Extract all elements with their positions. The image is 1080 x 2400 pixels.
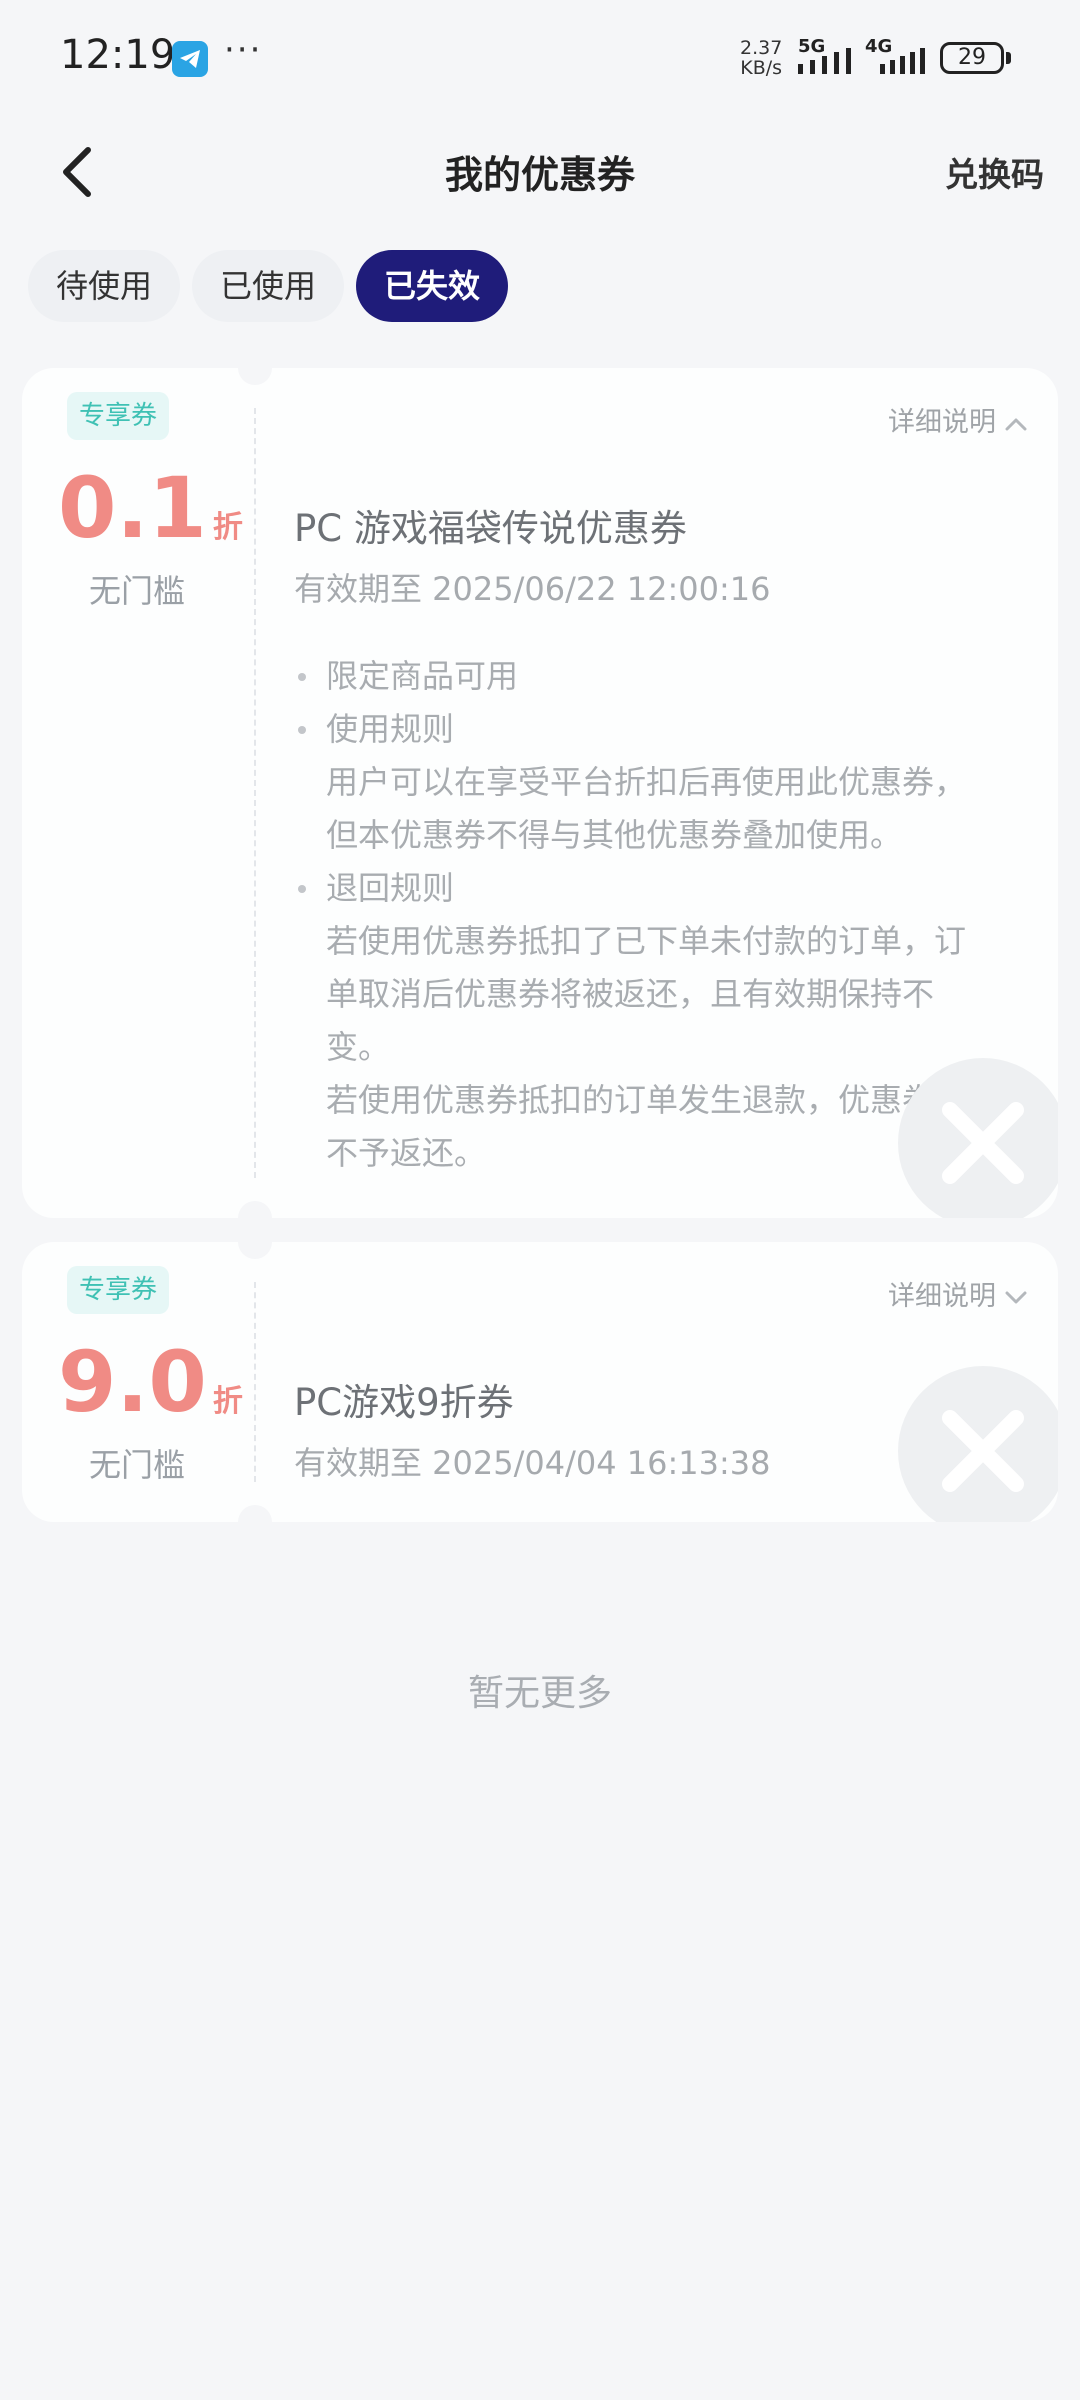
detail-toggle[interactable]: 详细说明: [888, 1274, 1028, 1313]
coupon-discount-panel: 专享券 0.1 折 无门槛: [22, 368, 252, 1218]
header: 我的优惠券 兑换码: [0, 120, 1080, 220]
detail-label: 详细说明: [888, 407, 996, 438]
chevron-up-icon: [1005, 418, 1027, 430]
expired-stamp: [898, 1058, 1058, 1218]
rule-text: 用户可以在享受平台折扣后再使用此优惠券，: [326, 763, 967, 801]
rule-text: 但本优惠券不得与其他优惠券叠加使用。: [326, 816, 903, 854]
tab-expired[interactable]: 已失效: [356, 250, 509, 322]
rule-item: 使用规则 用户可以在享受平台折扣后再使用此优惠券， 但本优惠券不得与其他优惠券叠…: [294, 703, 1014, 862]
chevron-down-icon: [1005, 1291, 1027, 1303]
coupon-discount: 9.0 折: [58, 1332, 243, 1432]
coupon-expiry: 有效期至 2025/04/04 16:13:38: [294, 1444, 771, 1482]
coupon-card: 专享券 9.0 折 无门槛 详细说明 PC游戏9折券 有效期至 2025/04/0…: [22, 1242, 1058, 1522]
card-divider: [254, 1282, 256, 1482]
status-time: 12:19: [60, 32, 176, 78]
discount-value: 9.0: [58, 1333, 207, 1431]
signal-icon: [798, 48, 851, 74]
coupon-expiry: 有效期至 2025/06/22 12:00:16: [294, 570, 771, 608]
network-speed: 2.37 KB/s: [740, 38, 782, 78]
coupon-card: 专享券 0.1 折 无门槛 详细说明 PC 游戏福袋传说优惠券 有效期至 2025…: [22, 368, 1058, 1218]
close-icon: [942, 1410, 1024, 1492]
more-notifications-icon: ···: [224, 30, 263, 70]
coupon-badge: 专享券: [67, 392, 170, 440]
redeem-code-button[interactable]: 兑换码: [945, 148, 1044, 196]
tab-unused[interactable]: 待使用: [28, 250, 181, 322]
coupon-discount-panel: 专享券 9.0 折 无门槛: [22, 1242, 252, 1522]
coupon-discount: 0.1 折: [58, 458, 243, 558]
card-divider: [254, 408, 256, 1178]
telegram-icon: [172, 41, 208, 77]
coupon-badge: 专享券: [67, 1266, 170, 1314]
rule-heading: 使用规则: [326, 710, 455, 748]
rule-text: 若使用优惠券抵扣了已下单未付款的订单，订: [326, 922, 967, 960]
discount-value: 0.1: [58, 459, 207, 557]
status-bar: 12:19 ··· 2.37 KB/s 5G 4G 29: [0, 0, 1080, 120]
rule-heading: 限定商品可用: [326, 657, 519, 695]
discount-unit: 折: [212, 510, 243, 545]
coupon-title: PC 游戏福袋传说优惠券: [294, 507, 687, 550]
close-icon: [942, 1102, 1024, 1184]
network-speed-unit: KB/s: [740, 57, 783, 79]
battery-icon: 29: [940, 42, 1004, 74]
detail-label: 详细说明: [888, 1281, 996, 1312]
tab-used[interactable]: 已使用: [192, 250, 345, 322]
network-speed-value: 2.37: [740, 37, 783, 59]
coupon-tabs: 待使用 已使用 已失效: [28, 250, 509, 322]
detail-toggle[interactable]: 详细说明: [888, 400, 1028, 439]
coupon-threshold: 无门槛: [88, 1446, 185, 1484]
rule-text: 单取消后优惠券将被返还，且有效期保持不: [326, 975, 935, 1013]
page-title: 我的优惠券: [444, 153, 635, 197]
coupon-threshold: 无门槛: [88, 572, 185, 610]
signal-icon: [880, 48, 925, 74]
battery-tip: [1006, 52, 1011, 64]
rule-heading: 退回规则: [326, 869, 455, 907]
rule-item: 限定商品可用: [294, 650, 1014, 703]
expired-stamp: [898, 1366, 1058, 1522]
coupon-title: PC游戏9折券: [294, 1381, 514, 1424]
discount-unit: 折: [212, 1384, 243, 1419]
rule-text: 变。: [326, 1028, 391, 1066]
no-more-label: 暂无更多: [467, 1673, 612, 1714]
coupon-rules: 限定商品可用 使用规则 用户可以在享受平台折扣后再使用此优惠券， 但本优惠券不得…: [294, 650, 1014, 1180]
